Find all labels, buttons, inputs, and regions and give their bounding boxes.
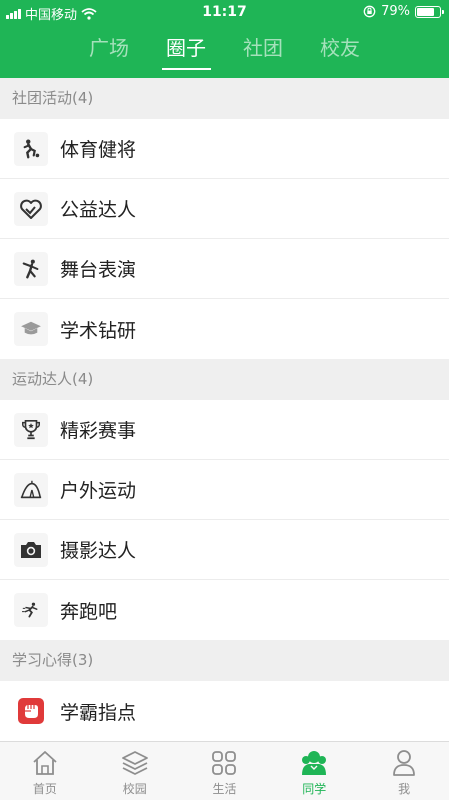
bottom-tab-4[interactable]: 我 — [359, 742, 449, 800]
person-icon — [389, 748, 419, 778]
list-item-label: 学术钻研 — [60, 319, 137, 342]
top-tab-3[interactable]: 校友 — [302, 30, 379, 70]
list-item[interactable]: 摄影达人 — [0, 520, 449, 580]
list-item[interactable]: 舞台表演 — [0, 239, 449, 299]
section-list: 学霸指点 — [0, 681, 449, 741]
list-item[interactable]: 学术钻研 — [0, 299, 449, 359]
list-item-label: 户外运动 — [60, 480, 137, 502]
battery-fill — [417, 7, 434, 16]
circle-list: 社团活动(4) 体育健将 公益达人 舞台表演 学术钻研 运动达人(4) 精彩赛事 户外运动 摄影… — [0, 78, 449, 741]
list-item[interactable]: 户外运动 — [0, 460, 449, 520]
list-item-label: 奔跑吧 — [60, 600, 118, 623]
section-list: 体育健将公益达人舞台表演学术钻研 — [0, 119, 449, 359]
header-bar: 中国移动 11:17 79% 广场 圈子 社团 校友 — [0, 0, 449, 78]
list-item-label: 体育健将 — [60, 139, 137, 161]
top-tab-1[interactable]: 圈子 — [148, 30, 225, 70]
heart-icon — [14, 191, 48, 226]
bottom-tab-label: 校园 — [122, 782, 147, 796]
section-header: 学习心得(3) — [0, 640, 449, 681]
list-item[interactable]: 学霸指点 — [0, 681, 449, 741]
bottom-tab-1[interactable]: 校园 — [90, 742, 180, 800]
list-item-label: 公益达人 — [60, 199, 137, 221]
bottom-tab-0[interactable]: 首页 — [0, 742, 90, 800]
bottom-tab-label: 我 — [398, 782, 411, 796]
fist-icon — [14, 694, 48, 728]
list-item[interactable]: 奔跑吧 — [0, 580, 449, 640]
orientation-lock-icon — [363, 5, 376, 18]
list-item[interactable]: 体育健将 — [0, 119, 449, 179]
list-item-label: 舞台表演 — [60, 259, 137, 281]
top-tab-bar: 广场 圈子 社团 校友 — [0, 30, 449, 70]
status-bar: 中国移动 11:17 79% — [0, 0, 449, 24]
section-list: 精彩赛事户外运动摄影达人奔跑吧 — [0, 400, 449, 640]
top-tab-2[interactable]: 社团 — [225, 30, 302, 70]
sports-icon — [14, 131, 48, 166]
battery-percent: 79% — [381, 4, 410, 19]
list-item[interactable]: 公益达人 — [0, 179, 449, 239]
bottom-tab-label: 生活 — [212, 782, 237, 796]
list-item-label: 摄影达人 — [60, 540, 137, 562]
battery-icon — [415, 5, 444, 18]
dance-icon — [14, 251, 48, 286]
home-icon — [30, 748, 60, 778]
section-header: 运动达人(4) — [0, 359, 449, 400]
graduation-cap-icon — [14, 312, 48, 346]
list-item[interactable]: 精彩赛事 — [0, 400, 449, 460]
runner-icon — [14, 593, 48, 627]
bottom-tab-2[interactable]: 生活 — [180, 742, 270, 800]
top-tab-0[interactable]: 广场 — [71, 30, 148, 70]
layers-icon — [120, 748, 150, 778]
camera-icon — [14, 532, 48, 567]
bottom-tab-label: 同学 — [302, 782, 327, 796]
list-item-label: 学霸指点 — [60, 701, 137, 724]
trophy-icon — [14, 412, 48, 447]
bottom-tab-label: 首页 — [32, 782, 57, 796]
grid-icon — [209, 748, 239, 778]
list-item-label: 精彩赛事 — [60, 420, 137, 442]
bottom-tab-3[interactable]: 同学 — [269, 742, 359, 800]
bottom-tab-bar: 首页 校园 生活 同学 我 — [0, 741, 449, 800]
tent-icon — [14, 472, 48, 507]
section-header: 社团活动(4) — [0, 78, 449, 119]
classmates-icon — [299, 748, 329, 778]
